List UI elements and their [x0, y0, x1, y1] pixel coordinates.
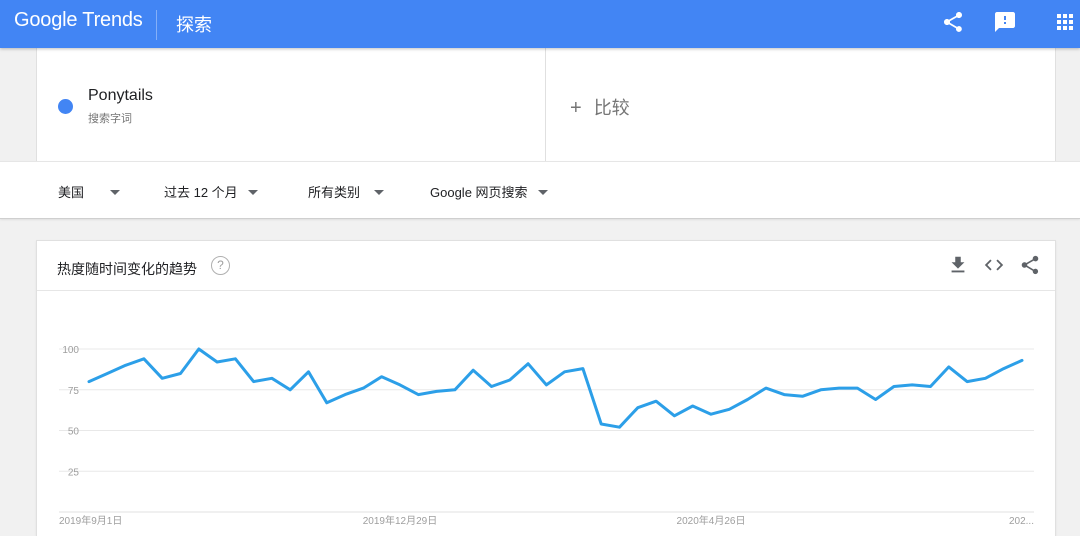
search-term-panel: Ponytails 搜索字词 + 比较	[36, 48, 1056, 161]
data-point[interactable]	[707, 410, 715, 418]
data-point[interactable]	[542, 381, 550, 389]
card-header: 热度随时间变化的趋势 ?	[37, 241, 1055, 291]
data-point[interactable]	[817, 386, 825, 394]
data-point[interactable]	[305, 368, 313, 376]
data-point[interactable]	[616, 423, 624, 431]
search-type-dropdown[interactable]: Google 网页搜索	[430, 182, 548, 201]
data-point[interactable]	[469, 366, 477, 374]
data-point[interactable]	[689, 402, 697, 410]
data-point[interactable]	[414, 391, 422, 399]
data-point[interactable]	[835, 384, 843, 392]
y-tick-label: 25	[68, 467, 80, 478]
data-point[interactable]	[85, 378, 93, 386]
data-point[interactable]	[231, 355, 239, 363]
data-point[interactable]	[579, 365, 587, 373]
compare-label: 比较	[593, 98, 630, 118]
series-line[interactable]	[87, 347, 1024, 429]
chevron-down-icon	[247, 190, 258, 196]
time-range-dropdown[interactable]: 过去 12 个月	[164, 182, 258, 201]
chevron-down-icon	[110, 190, 121, 196]
search-type-value: Google 网页搜索	[430, 185, 528, 200]
apps-icon[interactable]	[1053, 10, 1077, 34]
x-tick-label: 2019年9月1日	[59, 514, 122, 527]
data-point[interactable]	[927, 382, 935, 390]
category-value: 所有类别	[308, 185, 361, 200]
data-point[interactable]	[670, 412, 678, 420]
data-point[interactable]	[798, 392, 806, 400]
data-point[interactable]	[103, 369, 111, 377]
data-point[interactable]	[744, 396, 752, 404]
data-point[interactable]	[250, 378, 258, 386]
google-trends-logo[interactable]: Google Trends	[14, 9, 143, 32]
search-term-type: 搜索字词	[88, 113, 132, 125]
data-point[interactable]	[506, 376, 514, 384]
data-point[interactable]	[286, 386, 294, 394]
data-point[interactable]	[433, 387, 441, 395]
data-point[interactable]	[195, 345, 203, 353]
data-point[interactable]	[378, 373, 386, 381]
header-divider	[156, 10, 157, 40]
data-point[interactable]	[872, 396, 880, 404]
x-tick-label: 202...	[1009, 516, 1034, 527]
data-point[interactable]	[451, 386, 459, 394]
data-point[interactable]	[341, 391, 349, 399]
feedback-icon[interactable]	[993, 10, 1017, 34]
data-point[interactable]	[561, 368, 569, 376]
data-point[interactable]	[122, 361, 130, 369]
region-value: 美国	[58, 185, 85, 200]
data-point[interactable]	[762, 384, 770, 392]
data-point[interactable]	[268, 374, 276, 382]
data-point[interactable]	[853, 384, 861, 392]
term-color-dot	[58, 99, 73, 114]
search-term-card[interactable]: Ponytails 搜索字词	[37, 48, 546, 161]
card-title: 热度随时间变化的趋势	[57, 261, 197, 277]
data-point[interactable]	[963, 378, 971, 386]
search-term-name[interactable]: Ponytails	[88, 87, 153, 105]
data-point[interactable]	[780, 391, 788, 399]
embed-icon[interactable]	[983, 254, 1005, 276]
data-point[interactable]	[652, 397, 660, 405]
region-dropdown[interactable]: 美国	[58, 182, 121, 201]
interest-line-chart[interactable]: 25 50 75 100 2019年9月1日 2019年12月29日 2020年4月26日 2…	[37, 292, 1055, 536]
data-point[interactable]	[176, 369, 184, 377]
y-tick-label: 75	[68, 386, 80, 397]
chevron-down-icon	[537, 190, 548, 196]
help-icon[interactable]: ?	[211, 256, 230, 275]
logo-google-text: Google	[14, 9, 78, 31]
data-point[interactable]	[524, 360, 532, 368]
data-point[interactable]	[158, 374, 166, 382]
category-dropdown[interactable]: 所有类别	[308, 182, 385, 201]
share-icon[interactable]	[1019, 254, 1041, 276]
data-point[interactable]	[213, 358, 221, 366]
data-point[interactable]	[140, 355, 148, 363]
data-point[interactable]	[725, 405, 733, 413]
data-point[interactable]	[597, 420, 605, 428]
data-point[interactable]	[981, 374, 989, 382]
data-point[interactable]	[1018, 356, 1026, 364]
data-point[interactable]	[323, 399, 331, 407]
top-app-bar: Google Trends 探索	[0, 0, 1080, 48]
chevron-down-icon	[374, 190, 385, 196]
data-point[interactable]	[945, 363, 953, 371]
data-point[interactable]	[634, 404, 642, 412]
interest-over-time-card: 热度随时间变化的趋势 ? 25 50 75 100 2019年9月1日 2019年12月2…	[36, 240, 1056, 536]
time-range-value: 过去 12 个月	[164, 185, 238, 200]
download-icon[interactable]	[947, 254, 969, 276]
data-point[interactable]	[359, 384, 367, 392]
data-point[interactable]	[908, 381, 916, 389]
filter-bar: 美国 过去 12 个月 所有类别 Google 网页搜索	[0, 161, 1080, 219]
y-tick-label: 50	[68, 427, 80, 438]
x-tick-label: 2019年12月29日	[363, 514, 438, 527]
logo-trends-text: Trends	[82, 9, 143, 31]
data-point[interactable]	[890, 382, 898, 390]
data-point[interactable]	[487, 382, 495, 390]
page-title: 探索	[176, 15, 212, 35]
data-point[interactable]	[1000, 365, 1008, 373]
compare-button[interactable]: + 比较	[570, 94, 630, 120]
plus-icon: +	[570, 97, 582, 119]
x-tick-label: 2020年4月26日	[677, 514, 746, 527]
share-icon[interactable]	[941, 10, 965, 34]
y-tick-label: 100	[62, 345, 79, 356]
data-point[interactable]	[396, 381, 404, 389]
